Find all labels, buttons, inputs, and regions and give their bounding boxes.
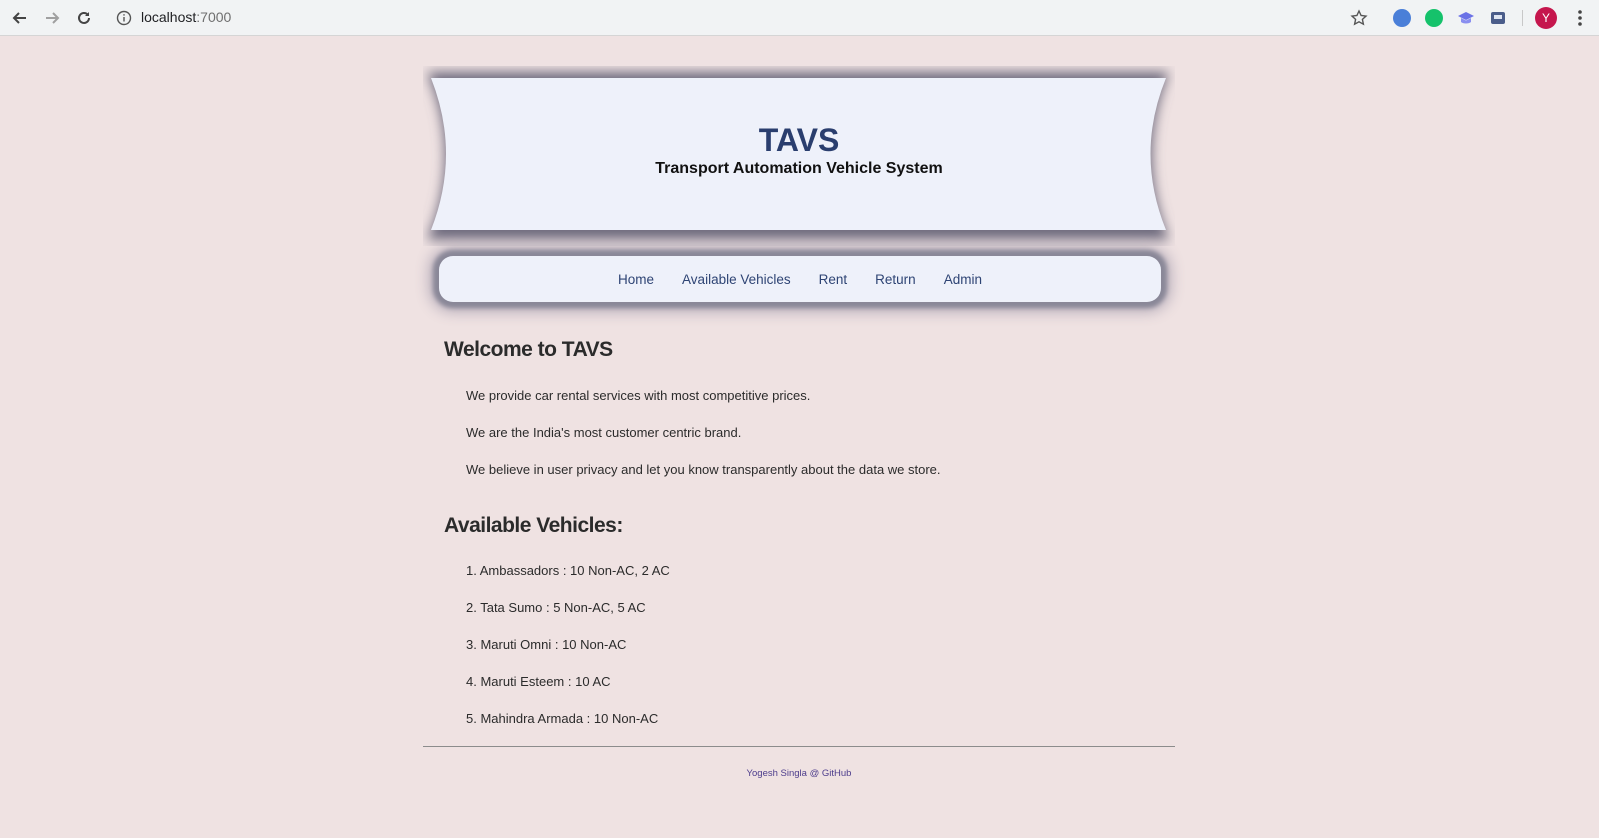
url-port: :7000 bbox=[196, 9, 232, 25]
vehicle-item: 3. Maruti Omni : 10 Non-AC bbox=[466, 637, 627, 652]
nav-home[interactable]: Home bbox=[604, 272, 668, 287]
vehicle-item: 4. Maruti Esteem : 10 AC bbox=[466, 674, 611, 689]
inbox-extension-icon[interactable] bbox=[1489, 9, 1507, 27]
main-nav: Home Available Vehicles Rent Return Admi… bbox=[439, 256, 1161, 302]
vehicle-item: 5. Mahindra Armada : 10 Non-AC bbox=[466, 711, 659, 726]
reload-icon[interactable] bbox=[72, 6, 96, 30]
welcome-line: We believe in user privacy and let you k… bbox=[466, 462, 941, 477]
nav-admin[interactable]: Admin bbox=[930, 272, 996, 287]
extension-icon[interactable] bbox=[1393, 9, 1411, 27]
welcome-heading: Welcome to TAVS bbox=[444, 338, 613, 361]
address-bar[interactable]: localhost:7000 bbox=[141, 9, 231, 25]
nav-rent[interactable]: Rent bbox=[805, 272, 862, 287]
toolbar-divider bbox=[1522, 10, 1523, 26]
profile-avatar[interactable]: Y bbox=[1535, 7, 1557, 29]
site-subtitle: Transport Automation Vehicle System bbox=[655, 160, 943, 177]
nav-return[interactable]: Return bbox=[861, 272, 930, 287]
site-title: TAVS bbox=[758, 122, 840, 158]
back-icon[interactable] bbox=[8, 6, 32, 30]
welcome-line: We provide car rental services with most… bbox=[466, 388, 811, 403]
nav-available-vehicles[interactable]: Available Vehicles bbox=[668, 272, 805, 287]
vehicles-heading: Available Vehicles: bbox=[444, 514, 623, 537]
info-icon[interactable] bbox=[116, 10, 132, 26]
more-menu-icon[interactable] bbox=[1570, 8, 1590, 28]
vehicle-item: 1. Ambassadors : 10 Non-AC, 2 AC bbox=[466, 563, 670, 578]
welcome-line: We are the India's most customer centric… bbox=[466, 425, 742, 440]
footer-github-link[interactable]: Yogesh Singla @ GitHub bbox=[423, 768, 1175, 779]
browser-toolbar: localhost:7000 Y bbox=[0, 0, 1599, 36]
graduation-cap-extension-icon[interactable] bbox=[1457, 9, 1475, 27]
forward-icon[interactable] bbox=[40, 6, 64, 30]
grammarly-extension-icon[interactable] bbox=[1425, 9, 1443, 27]
vehicle-item: 2. Tata Sumo : 5 Non-AC, 5 AC bbox=[466, 600, 646, 615]
footer-divider bbox=[423, 746, 1175, 747]
url-host: localhost bbox=[141, 9, 197, 25]
bookmark-star-icon[interactable] bbox=[1350, 9, 1368, 27]
